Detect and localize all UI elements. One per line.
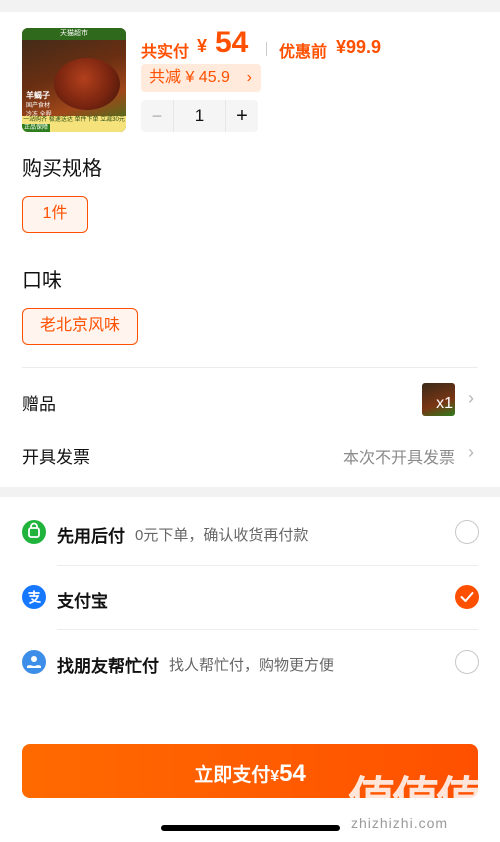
section-divider	[22, 367, 478, 368]
product-thumbnail[interactable]: 天猫超市 羊蝎子 国产食材 冷冻 全程冷链 一站购齐 极速送达 单件下单 立减3…	[22, 28, 126, 132]
pay-button-label: 立即支付	[194, 765, 271, 786]
payment-name: 找朋友帮忙付	[57, 657, 159, 676]
thumb-store-strip: 天猫超市	[22, 28, 126, 40]
payment-description: 找人帮忙付，购物更方便	[169, 657, 335, 674]
decrement-button[interactable]: −	[141, 100, 173, 132]
original-price-amount: ¥99.9	[336, 37, 382, 57]
gift-label: 赠品	[22, 395, 56, 414]
flavor-option-selected[interactable]: 老北京风味	[22, 308, 138, 345]
chevron-right-icon: ›	[468, 442, 474, 462]
invoice-value: 本次不开具发票	[342, 450, 455, 467]
pay-later-icon	[22, 520, 46, 544]
invoice-label: 开具发票	[22, 448, 90, 467]
price-divider	[266, 42, 267, 56]
total-paid-amount: 54	[215, 26, 249, 59]
payment-name: 支付宝	[57, 592, 108, 611]
radio-checked-icon[interactable]	[455, 585, 479, 609]
chevron-right-icon: ›	[246, 69, 252, 86]
flavor-section-title: 口味	[22, 270, 62, 292]
top-band	[0, 0, 500, 12]
payment-option-alipay[interactable]: 支付宝	[0, 569, 500, 625]
gift-quantity: x1	[436, 395, 453, 412]
thumb-guarantee-badge: 正品保障	[22, 124, 51, 132]
radio-unchecked-icon[interactable]	[455, 650, 479, 674]
home-indicator[interactable]	[161, 825, 340, 831]
thumb-dish-image	[54, 58, 120, 110]
total-currency: ¥	[197, 36, 208, 56]
spec-option-selected[interactable]: 1件	[22, 196, 88, 233]
original-price-label: 优惠前	[279, 44, 328, 61]
gift-thumbnail: x1	[422, 383, 455, 416]
radio-unchecked-icon[interactable]	[455, 520, 479, 544]
thumb-brand-text: 羊蝎子	[26, 91, 50, 100]
total-paid-label: 共实付	[141, 44, 190, 61]
checkout-sheet: 天猫超市 羊蝎子 国产食材 冷冻 全程冷链 一站购齐 极速送达 单件下单 立减3…	[0, 0, 500, 842]
discount-detail-button[interactable]: 共减 ¥ 45.9 ›	[141, 64, 261, 92]
payment-option-friend-pay[interactable]: 找朋友帮忙付 找人帮忙付，购物更方便	[0, 634, 500, 690]
increment-button[interactable]: +	[226, 100, 258, 132]
spec-section-title: 购买规格	[22, 158, 102, 180]
watermark-site: zhizhizhi.com	[351, 815, 449, 831]
payment-option-pay-later[interactable]: 先用后付 0元下单，确认收货再付款	[0, 504, 500, 560]
section-gap	[0, 487, 500, 497]
payment-name: 先用后付	[57, 527, 125, 546]
alipay-icon	[22, 585, 46, 609]
pay-button-amount: 54	[279, 760, 306, 787]
discount-text: 共减 ¥ 45.9	[149, 69, 230, 86]
payment-divider	[57, 565, 478, 566]
pay-button-currency: ¥	[270, 768, 280, 785]
payment-divider	[57, 629, 478, 630]
chevron-right-icon: ›	[468, 388, 474, 408]
quantity-stepper: − 1 +	[141, 100, 258, 132]
payment-description: 0元下单，确认收货再付款	[135, 527, 309, 544]
friend-pay-icon	[22, 650, 46, 674]
quantity-value[interactable]: 1	[173, 100, 226, 132]
